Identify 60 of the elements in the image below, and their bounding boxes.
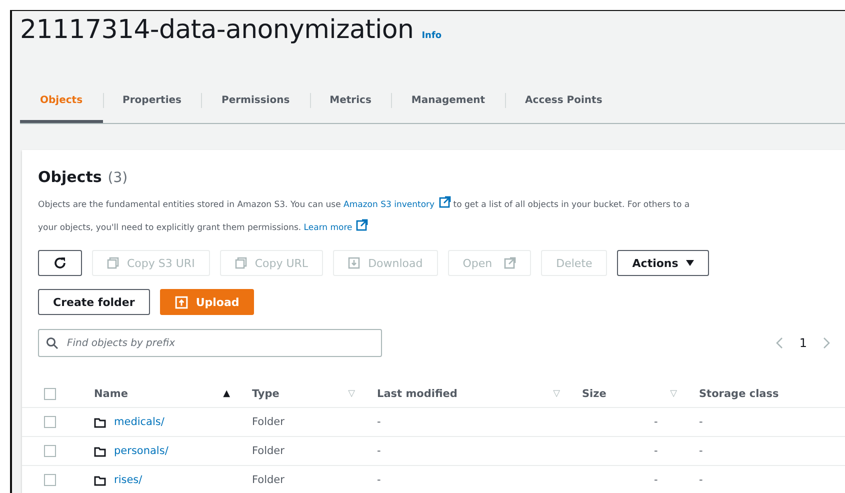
next-page-icon[interactable] [823,337,831,349]
select-all-checkbox[interactable] [44,388,56,400]
column-header[interactable]: Size [582,388,606,400]
panel-heading: Objects [38,168,102,186]
external-link-icon [438,196,451,208]
folder-link[interactable]: rises/ [114,474,142,486]
table-cell: Folder [252,445,284,457]
row-checkbox[interactable] [44,445,56,457]
search-icon [46,337,58,349]
help-link[interactable]: Learn more [304,223,368,233]
row-checkbox[interactable] [44,474,56,486]
table-cell: - [377,474,381,486]
folder-icon [94,416,106,428]
tab[interactable]: Access Points [505,81,622,123]
table-cell: - [699,416,703,428]
table-cell: Folder [252,416,284,428]
table-cell: - [377,445,381,457]
table-cell: - [699,474,703,486]
previous-page-icon[interactable] [775,337,784,349]
tab[interactable]: Metrics [310,81,392,123]
description-text: your objects, you'll need to explicitly grant them permissions. Learn more [38,217,845,240]
sort-indicator[interactable]: ▲ [223,389,230,399]
tab[interactable]: Permissions [201,81,310,123]
bucket-title: 21117314-data-anonymization [20,15,414,45]
help-link[interactable]: Amazon S3 inventory [344,200,451,210]
folder-link[interactable]: medicals/ [114,416,164,428]
caret-icon [686,260,694,266]
column-header[interactable]: Type [252,388,280,400]
info-link[interactable]: Info [422,31,442,41]
toolbar-button[interactable]: Upload [160,289,254,315]
folder-icon [94,474,106,486]
column-header[interactable]: Last modified [377,388,458,400]
table-cell: - [654,416,658,428]
download-icon [348,257,360,269]
external-link-icon [356,219,368,231]
row-checkbox[interactable] [44,416,56,428]
table-cell: - [699,445,703,457]
tab[interactable]: Management [391,81,506,123]
copy-icon [234,257,247,269]
folder-icon [94,446,106,456]
object-count: (3) [108,170,128,186]
external-link-icon [504,257,516,269]
table-cell: - [654,445,658,457]
upload-icon [174,296,188,308]
copy-icon [107,257,119,269]
folder-link[interactable]: personals/ [114,445,168,457]
tab[interactable]: Objects [20,81,103,123]
table-cell: - [377,416,381,428]
table-cell: Folder [252,474,284,486]
refresh-button[interactable] [38,250,82,276]
toolbar-button[interactable]: Create folder [38,289,150,315]
description-text: Objects are the fundamental entities stored in Amazon S3. You can use Amazon S3 inventory to get a list of all objects in your bucket. For others to a [38,194,845,217]
refresh-icon [53,256,67,270]
page-number[interactable]: 1 [799,336,807,350]
column-header[interactable]: Storage class [699,388,779,400]
search-field[interactable]: Find objects by prefix [38,329,382,357]
table-cell: - [654,474,658,486]
tab[interactable]: Properties [102,81,202,123]
actions-dropdown[interactable]: Actions [617,250,710,276]
column-header[interactable]: Name [94,388,128,400]
